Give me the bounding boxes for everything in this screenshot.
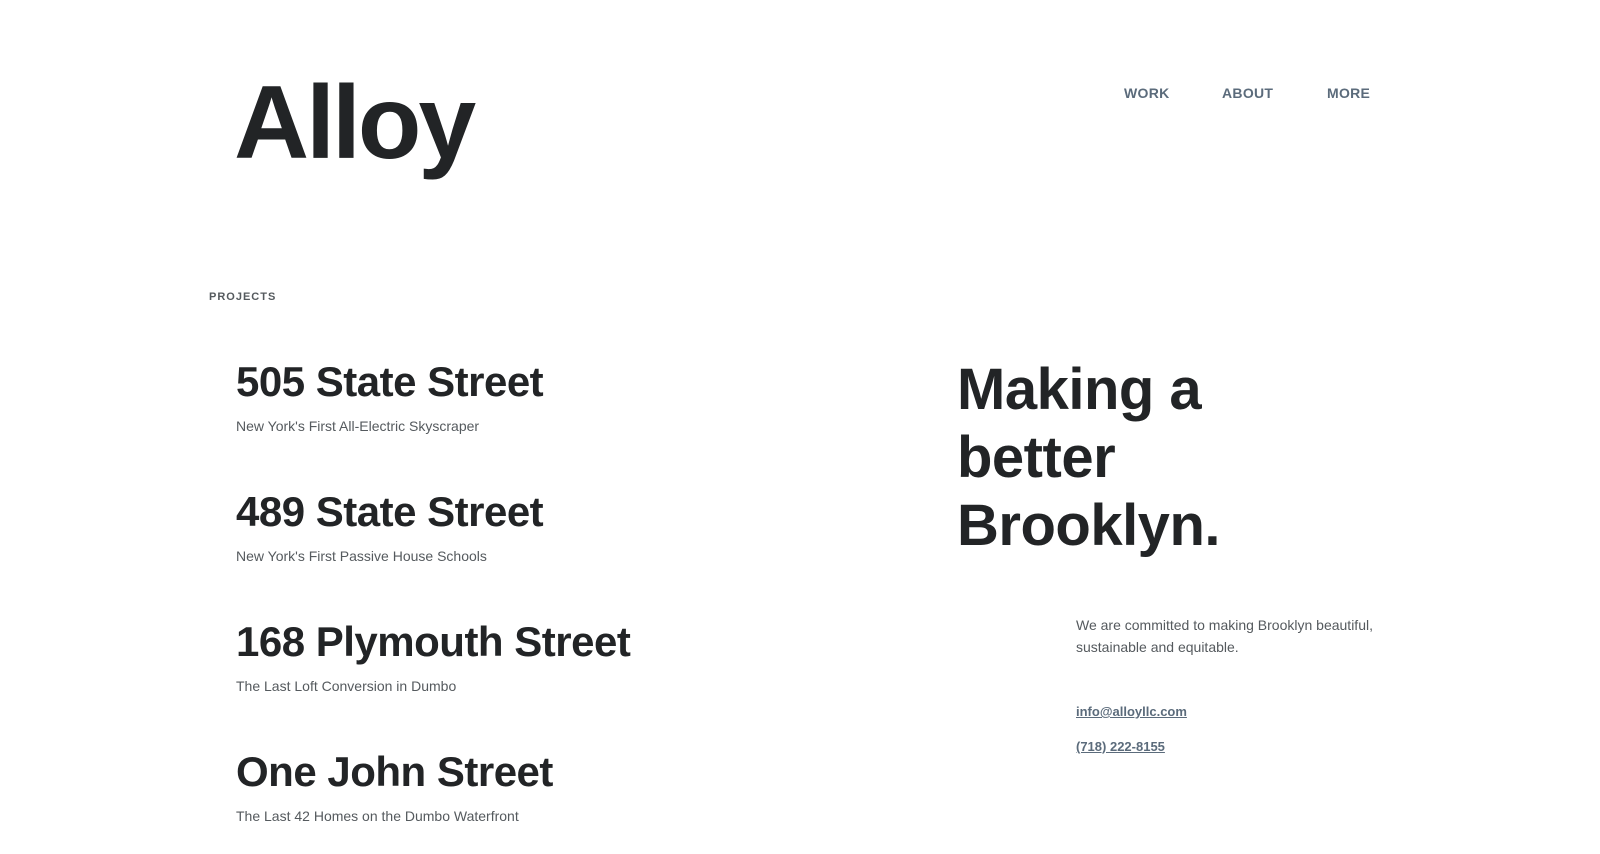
project-item[interactable]: 505 State Street New York's First All-El… [236, 358, 836, 488]
tagline-heading: Making a better Brooklyn. [957, 357, 1221, 558]
page: Alloy WORK ABOUT MORE PROJECTS 505 State… [0, 0, 1600, 854]
about-description: We are committed to making Brooklyn beau… [1076, 617, 1373, 655]
project-item[interactable]: One John Street The Last 42 Homes on the… [236, 748, 836, 854]
project-subtitle: The Last 42 Homes on the Dumbo Waterfron… [236, 808, 519, 824]
project-subtitle: New York's First Passive House Schools [236, 548, 487, 564]
logo[interactable]: Alloy [234, 66, 476, 181]
project-title: 168 Plymouth Street [236, 618, 631, 665]
email-link[interactable]: info@alloyllc.com [1076, 704, 1187, 719]
project-item[interactable]: 489 State Street New York's First Passiv… [236, 488, 836, 618]
phone-link[interactable]: (718) 222-8155 [1076, 739, 1165, 754]
project-title: 505 State Street [236, 358, 544, 405]
project-subtitle: New York's First All-Electric Skyscraper [236, 418, 480, 434]
project-title: One John Street [236, 748, 553, 795]
nav-about-link[interactable]: ABOUT [1222, 84, 1273, 102]
nav-work-link[interactable]: WORK [1124, 84, 1170, 102]
project-item[interactable]: 168 Plymouth Street The Last Loft Conver… [236, 618, 836, 748]
project-subtitle: The Last Loft Conversion in Dumbo [236, 678, 457, 694]
projects-section-label: PROJECTS [209, 291, 277, 303]
project-title: 489 State Street [236, 488, 544, 535]
nav-more-link[interactable]: MORE [1327, 84, 1370, 102]
projects-list: 505 State Street New York's First All-El… [236, 358, 836, 854]
